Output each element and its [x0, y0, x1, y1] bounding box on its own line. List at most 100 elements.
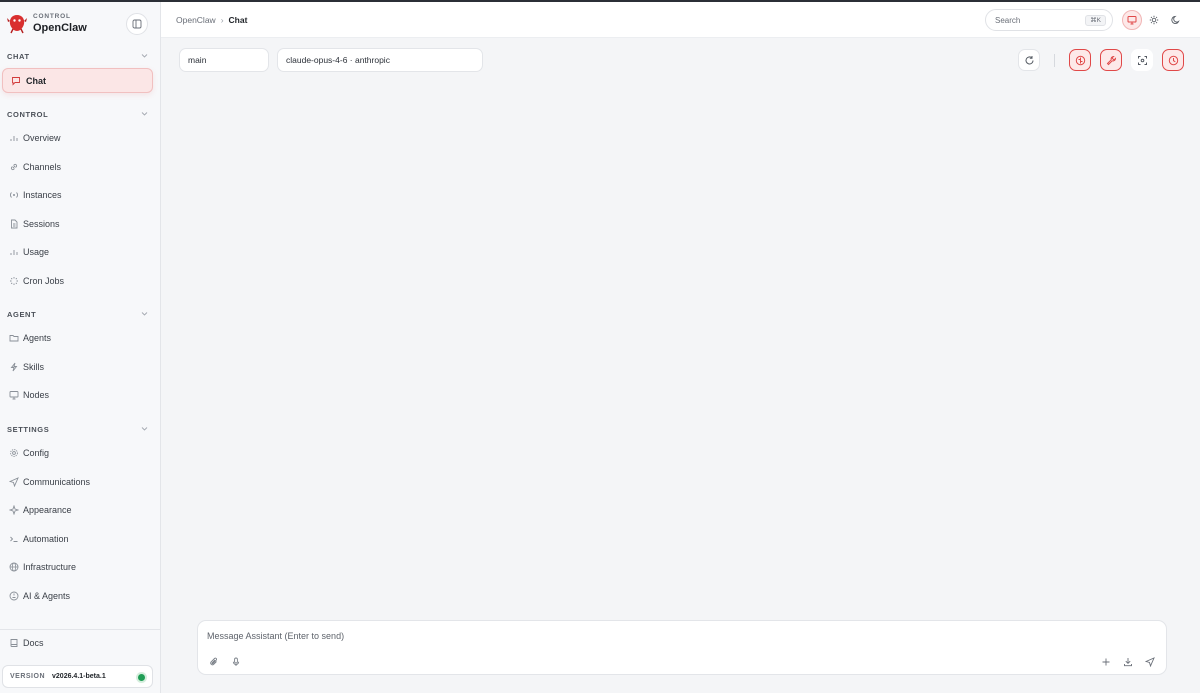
sidebar-item-label: Skills	[23, 362, 45, 372]
sidebar-item-overview[interactable]: Overview	[0, 127, 160, 149]
chevron-down-icon	[141, 112, 148, 116]
section-control[interactable]: CONTROL	[0, 107, 160, 123]
session-select[interactable]: main	[179, 48, 269, 72]
sidebar-item-label: Communications	[23, 477, 91, 487]
broadcast-icon	[10, 192, 18, 198]
focus-mode-button[interactable]	[1131, 49, 1153, 71]
new-chat-button[interactable]	[1099, 655, 1113, 669]
sidebar-collapse-icon	[132, 19, 142, 29]
version-badge: VERSION v2026.4.1-beta.1	[2, 665, 153, 688]
sidebar-item-label: AI & Agents	[23, 591, 71, 601]
section-agent-label: AGENT	[7, 310, 37, 319]
send-button[interactable]	[1143, 655, 1157, 669]
paperclip-icon	[210, 657, 217, 666]
sidebar-item-automation[interactable]: Automation	[0, 528, 160, 550]
sidebar-item-label: Instances	[23, 190, 62, 200]
brand-subtitle: CONTROL	[33, 13, 71, 20]
search-placeholder: Search	[995, 16, 1021, 25]
refresh-button[interactable]	[1018, 49, 1040, 71]
breadcrumb-separator: ›	[220, 15, 224, 25]
tools-toggle-button[interactable]	[1100, 49, 1122, 71]
sidebar-item-label: Automation	[23, 534, 69, 544]
breadcrumb-root[interactable]: OpenClaw	[176, 15, 216, 25]
theme-dark-button[interactable]	[1166, 10, 1186, 30]
section-settings[interactable]: SETTINGS	[0, 422, 160, 438]
monitor-icon	[9, 391, 19, 400]
scroll-fade	[0, 614, 160, 628]
chevron-down-icon	[141, 427, 148, 431]
globe-icon	[9, 562, 19, 572]
history-toggle-button[interactable]	[1162, 49, 1184, 71]
wrench-icon	[1106, 55, 1116, 65]
sidebar-item-label: Infrastructure	[23, 562, 77, 572]
chevron-down-icon	[141, 312, 148, 316]
brain-icon	[1075, 55, 1085, 65]
message-input[interactable]: Message Assistant (Enter to send)	[207, 631, 344, 641]
model-select[interactable]: claude-opus-4-6 · anthropic	[277, 48, 483, 72]
model-select-value: claude-opus-4-6 · anthropic	[286, 55, 390, 65]
robot-icon	[9, 591, 19, 601]
gear-icon	[10, 449, 18, 457]
sidebar-item-label: Nodes	[23, 390, 50, 400]
sidebar-item-label: Usage	[23, 247, 50, 257]
section-chat-label: CHAT	[7, 52, 30, 61]
document-icon	[11, 219, 18, 229]
microphone-icon	[232, 657, 240, 666]
sidebar-item-label: Cron Jobs	[23, 276, 65, 286]
sidebar-item-cron-jobs[interactable]: Cron Jobs	[0, 270, 160, 292]
brand-title: OpenClaw	[33, 22, 87, 34]
sidebar-item-communications[interactable]: Communications	[0, 471, 160, 493]
sidebar-item-docs[interactable]: Docs	[0, 632, 160, 654]
clock-icon	[1168, 55, 1178, 65]
attach-button[interactable]	[207, 655, 221, 669]
send-icon	[1145, 657, 1155, 667]
sidebar-item-ai-agents[interactable]: AI & Agents	[0, 585, 160, 607]
sidebar-item-config[interactable]: Config	[0, 442, 160, 464]
sidebar-item-instances[interactable]: Instances	[0, 184, 160, 206]
chat-thread	[161, 80, 1200, 610]
sidebar-item-label: Overview	[23, 133, 61, 143]
sidebar-item-infrastructure[interactable]: Infrastructure	[0, 556, 160, 578]
theme-switcher	[1122, 10, 1192, 30]
toolbar-divider	[1054, 54, 1055, 67]
refresh-icon	[1025, 55, 1033, 64]
sidebar-item-chat[interactable]: Chat	[2, 68, 153, 93]
sidebar-item-label: Docs	[23, 638, 44, 648]
focus-frame-icon	[1137, 55, 1147, 65]
breadcrumb-current: Chat	[228, 15, 248, 25]
thinking-toggle-button[interactable]	[1069, 49, 1091, 71]
sidebar-item-sessions[interactable]: Sessions	[0, 213, 160, 235]
export-button[interactable]	[1121, 655, 1135, 669]
sun-icon	[1149, 15, 1159, 25]
chat-bubble-icon	[12, 76, 20, 86]
folder-icon	[9, 335, 19, 342]
voice-input-button[interactable]	[229, 655, 243, 669]
top-header: OpenClaw › Chat Search ⌘K	[161, 2, 1200, 38]
download-icon	[1124, 658, 1132, 667]
status-dot	[138, 674, 145, 681]
section-control-label: CONTROL	[7, 110, 49, 119]
sidebar-item-appearance[interactable]: Appearance	[0, 499, 160, 521]
theme-system-button[interactable]	[1122, 10, 1142, 30]
moon-icon	[1171, 15, 1180, 24]
bar-chart-icon	[10, 250, 18, 255]
sidebar-item-skills[interactable]: Skills	[0, 356, 160, 378]
sidebar-item-agents[interactable]: Agents	[0, 327, 160, 349]
lightning-icon	[10, 362, 18, 372]
section-agent[interactable]: AGENT	[0, 307, 160, 323]
link-icon	[10, 163, 18, 171]
session-select-value: main	[188, 55, 207, 65]
message-composer[interactable]: Message Assistant (Enter to send)	[197, 620, 1167, 675]
lobster-logo-icon	[7, 15, 27, 34]
section-chat[interactable]: CHAT	[0, 49, 160, 65]
sidebar-collapse-button[interactable]	[126, 13, 148, 35]
sidebar-item-nodes[interactable]: Nodes	[0, 384, 160, 406]
sidebar-item-channels[interactable]: Channels	[0, 156, 160, 178]
terminal-icon	[10, 536, 18, 542]
monitor-icon	[1127, 16, 1137, 25]
sidebar-item-usage[interactable]: Usage	[0, 241, 160, 263]
plus-icon	[1102, 658, 1110, 666]
sidebar-item-label: Appearance	[23, 505, 72, 515]
search-input[interactable]: Search ⌘K	[985, 9, 1113, 31]
theme-light-button[interactable]	[1144, 10, 1164, 30]
